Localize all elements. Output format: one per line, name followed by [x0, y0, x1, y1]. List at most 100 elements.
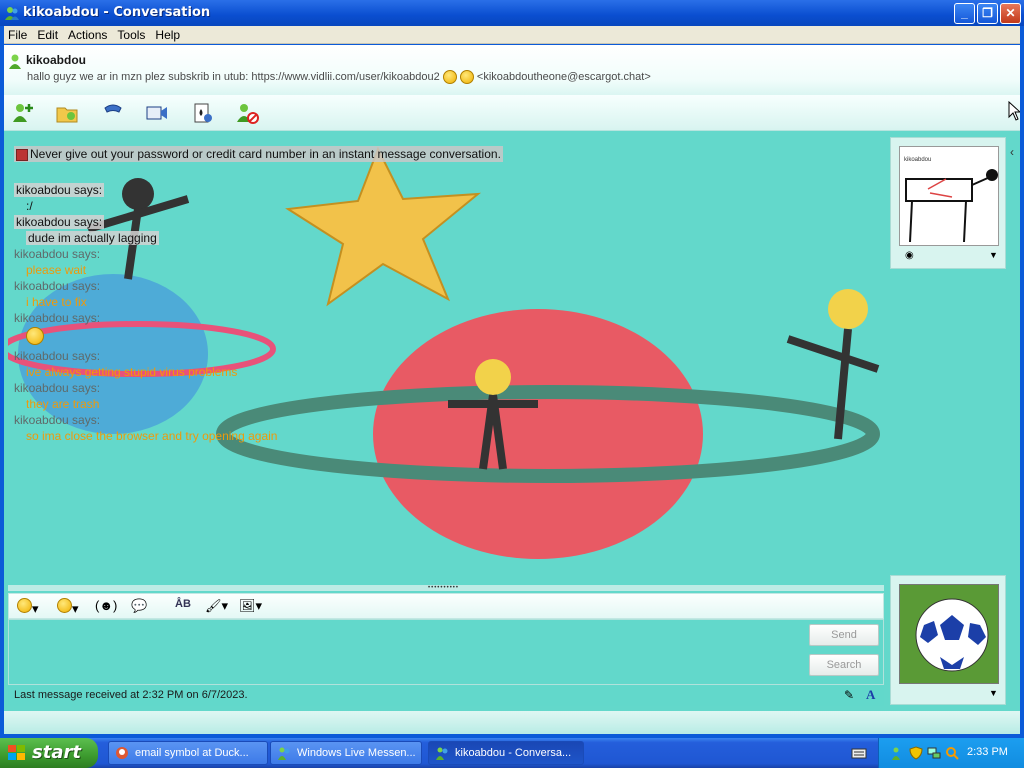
- message-sender: kikoabdou says:: [14, 183, 105, 197]
- webcam-icon[interactable]: ◉: [905, 250, 914, 261]
- background-scene-image: [8, 139, 884, 583]
- share-files-icon: [56, 107, 78, 123]
- message-sender: kikoabdou says:: [14, 247, 101, 261]
- mouse-cursor-icon: [1008, 101, 1020, 121]
- voice-clip-button[interactable]: 💬: [131, 598, 147, 616]
- title-bar[interactable]: kikoabdou - Conversation _ ❐ ✕: [0, 0, 1024, 26]
- my-display-picture[interactable]: [899, 584, 999, 684]
- close-button[interactable]: ✕: [1000, 3, 1021, 24]
- text-mode-icon[interactable]: A: [866, 687, 875, 703]
- compose-area: •••••••••• ▾ ▾ (☻) 💬 ÅB 🖌▾ 🖼▾ Send Searc…: [8, 585, 884, 706]
- message-sender: kikoabdou says:: [14, 311, 101, 325]
- message-sender: kikoabdou says:: [14, 279, 101, 293]
- menu-file[interactable]: File: [4, 26, 33, 42]
- taskbar-item-label: Windows Live Messen...: [297, 747, 416, 759]
- handwriting-button[interactable]: 🖌▾: [205, 598, 228, 616]
- conversation-window: kikoabdou - Conversation _ ❐ ✕ File Edit A…: [0, 0, 1024, 738]
- menu-bar: File Edit Actions Tools Help: [4, 26, 1020, 44]
- windows-logo-icon: [8, 745, 25, 760]
- display-picture-menu-arrow[interactable]: ▼: [989, 250, 998, 260]
- start-button[interactable]: start: [0, 738, 98, 768]
- display-picture-caption: kikoabdou: [904, 157, 932, 163]
- taskbar-item-browser[interactable]: email symbol at Duck...: [108, 741, 268, 765]
- formatting-toolbar: ▾ ▾ (☻) 💬 ÅB 🖌▾ 🖼▾: [8, 593, 884, 619]
- font-button[interactable]: ÅB: [175, 598, 191, 616]
- message-text: so ima close the browser and try opening…: [26, 429, 278, 443]
- taskbar-item-label: email symbol at Duck...: [135, 747, 249, 759]
- warning-icon: [16, 148, 28, 161]
- messenger-buddy-icon: [5, 7, 19, 20]
- contact-display-picture[interactable]: kikoabdou: [899, 146, 999, 246]
- message-text: :/: [26, 199, 33, 213]
- search-button[interactable]: Search: [809, 654, 879, 676]
- contact-name[interactable]: kikoabdou: [26, 53, 86, 67]
- maximize-button[interactable]: ❐: [977, 3, 998, 24]
- emoticon-picker-button[interactable]: ▾: [17, 598, 39, 616]
- action-toolbar: [4, 95, 1020, 131]
- pane-splitter[interactable]: ••••••••••: [8, 585, 884, 591]
- conversation-client: kikoabdou hallo guyz we ar in mzn plez s…: [4, 45, 1020, 734]
- messenger-icon: [278, 747, 290, 760]
- keyboard-language-icon[interactable]: [851, 746, 867, 760]
- network-icon[interactable]: [927, 746, 941, 760]
- system-tray: 2:33 PM: [878, 738, 1024, 768]
- status-strip: Last message received at 2:32 PM on 6/7/…: [8, 686, 884, 706]
- send-button[interactable]: Send: [809, 624, 879, 646]
- message-sender: kikoabdou says:: [14, 215, 105, 229]
- minimize-button[interactable]: _: [954, 3, 975, 24]
- message-input[interactable]: Send Search: [8, 619, 884, 685]
- personal-message: hallo guyz we ar in mzn plez subskrib in…: [27, 70, 651, 84]
- duckduckgo-icon: [116, 747, 128, 759]
- menu-tools[interactable]: Tools: [113, 26, 151, 42]
- message-sender: kikoabdou says:: [14, 349, 101, 363]
- messenger-tray-icon[interactable]: [891, 746, 905, 760]
- call-icon: [104, 104, 122, 113]
- conversation-history[interactable]: Never give out your password or credit c…: [8, 139, 884, 583]
- contact-email: <kikoabdoutheone@escargot.chat>: [476, 70, 651, 83]
- handwriting-mode-icon[interactable]: ✎: [844, 688, 854, 702]
- nudge-button[interactable]: (☻): [95, 598, 117, 616]
- security-shield-icon[interactable]: [909, 746, 923, 760]
- games-button[interactable]: [190, 100, 216, 126]
- taskbar-item-messenger[interactable]: Windows Live Messen...: [270, 741, 422, 765]
- games-icon: [194, 103, 212, 123]
- video-button[interactable]: [144, 100, 170, 126]
- menu-actions[interactable]: Actions: [64, 26, 113, 42]
- message-text: ive always getting stupid virus problems: [26, 365, 238, 379]
- start-label: start: [32, 742, 81, 763]
- wink-picker-button[interactable]: ▾: [57, 598, 79, 616]
- clock[interactable]: 2:33 PM: [967, 746, 1008, 758]
- search-tray-icon[interactable]: [945, 746, 959, 760]
- window-bottom-band: [4, 711, 1020, 734]
- background-button[interactable]: 🖼▾: [239, 598, 262, 616]
- invite-contact-icon: [13, 104, 33, 122]
- message-text: they are trash: [26, 397, 100, 411]
- call-button[interactable]: [100, 100, 126, 126]
- share-files-button[interactable]: [54, 100, 80, 126]
- security-warning: Never give out your password or credit c…: [14, 146, 503, 162]
- menu-help[interactable]: Help: [151, 26, 186, 42]
- video-icon: [146, 106, 167, 120]
- contact-display-picture-pane: kikoabdou ◉ ▼: [890, 137, 1006, 269]
- message-emoticon: [26, 327, 44, 348]
- menu-edit[interactable]: Edit: [33, 26, 64, 42]
- message-text: dude im actually lagging: [26, 231, 159, 245]
- contact-status-icon: [9, 54, 21, 69]
- block-contact-icon: [237, 104, 259, 124]
- security-warning-text: Never give out your password or credit c…: [30, 147, 501, 161]
- personal-message-text: hallo guyz we ar in mzn plez subskrib in…: [27, 70, 440, 83]
- soccer-ball-image: [900, 585, 998, 683]
- block-contact-button[interactable]: [234, 100, 260, 126]
- last-message-status: Last message received at 2:32 PM on 6/7/…: [14, 689, 248, 701]
- message-text: please wait: [26, 263, 87, 277]
- window-title: kikoabdou - Conversation: [23, 5, 211, 20]
- invite-contact-button[interactable]: [10, 100, 36, 126]
- my-display-picture-pane: ▼: [890, 575, 1006, 705]
- contact-header: kikoabdou hallo guyz we ar in mzn plez s…: [4, 45, 1020, 95]
- collapse-panel-arrow[interactable]: ‹: [1010, 145, 1014, 159]
- taskbar-item-conversation[interactable]: kikoabdou - Conversa...: [428, 741, 584, 765]
- my-picture-menu-arrow[interactable]: ▼: [989, 688, 998, 698]
- tongue-emoticon-icon: [442, 70, 457, 84]
- smile-icon: [17, 598, 32, 613]
- taskbar: start email symbol at Duck... Windows Li…: [0, 738, 1024, 768]
